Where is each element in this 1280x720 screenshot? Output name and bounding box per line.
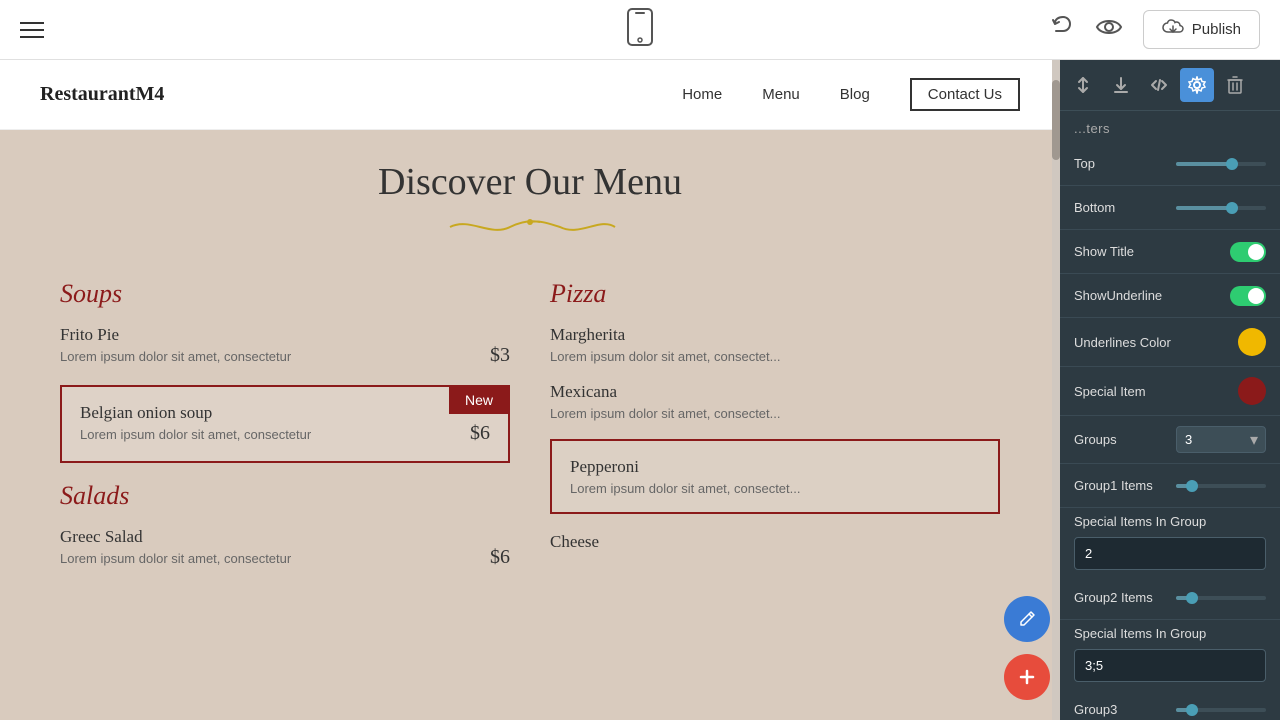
cloud-icon bbox=[1162, 19, 1184, 40]
show-underline-toggle[interactable] bbox=[1230, 286, 1266, 306]
item-name: Margherita bbox=[550, 325, 1000, 345]
item-name: Greec Salad bbox=[60, 527, 510, 547]
group1-slider[interactable] bbox=[1176, 484, 1266, 488]
setting-group1-items: Group1 Items bbox=[1060, 464, 1280, 508]
nav-contact[interactable]: Contact Us bbox=[910, 78, 1020, 111]
soups-category: Soups bbox=[60, 279, 510, 309]
special-item-label: Special Item bbox=[1074, 384, 1238, 399]
undo-icon[interactable] bbox=[1047, 13, 1075, 47]
scroll-bar[interactable] bbox=[1052, 60, 1060, 720]
fab-area bbox=[1004, 596, 1050, 700]
menu-right-column: Pizza Margherita Lorem ipsum dolor sit a… bbox=[550, 279, 1000, 587]
setting-show-title: Show Title bbox=[1060, 230, 1280, 274]
show-title-toggle[interactable] bbox=[1230, 242, 1266, 262]
setting-bottom: Bottom bbox=[1060, 186, 1280, 230]
edit-fab-button[interactable] bbox=[1004, 596, 1050, 642]
menu-columns: Soups Frito Pie Lorem ipsum dolor sit am… bbox=[60, 279, 1000, 587]
site-logo: RestaurantM4 bbox=[40, 83, 164, 106]
top-slider[interactable] bbox=[1176, 162, 1266, 166]
item-name: Mexicana bbox=[550, 382, 1000, 402]
top-bar-left bbox=[20, 22, 44, 38]
special-item-name: Belgian onion soup bbox=[80, 403, 490, 423]
bottom-slider[interactable] bbox=[1176, 206, 1266, 210]
item-name: Cheese bbox=[550, 532, 1000, 552]
top-bar-right: Publish bbox=[1047, 10, 1260, 49]
nav-blog[interactable]: Blog bbox=[840, 86, 870, 103]
show-title-label: Show Title bbox=[1074, 244, 1230, 259]
menu-item: Mexicana Lorem ipsum dolor sit amet, con… bbox=[550, 382, 1000, 421]
pizza-category: Pizza bbox=[550, 279, 1000, 309]
add-fab-button[interactable] bbox=[1004, 654, 1050, 700]
group2-special-input[interactable] bbox=[1074, 649, 1266, 682]
settings-icon[interactable] bbox=[1180, 68, 1214, 102]
special-pizza-item: Pepperoni Lorem ipsum dolor sit amet, co… bbox=[550, 439, 1000, 514]
group1-special-label: Special Items In Group bbox=[1074, 514, 1266, 529]
settings-panel: ...ters Top Bottom Show Title ShowUnderl… bbox=[1060, 60, 1280, 720]
params-label: ...ters bbox=[1060, 111, 1280, 142]
setting-special-item: Special Item bbox=[1060, 367, 1280, 416]
setting-underlines-color: Underlines Color bbox=[1060, 318, 1280, 367]
item-desc: Lorem ipsum dolor sit amet, consectet... bbox=[550, 349, 1000, 364]
special-soup-item: New Belgian onion soup Lorem ipsum dolor… bbox=[60, 385, 510, 463]
menu-item: Greec Salad Lorem ipsum dolor sit amet, … bbox=[60, 527, 510, 569]
panel-toolbar bbox=[1060, 60, 1280, 111]
preview-icon[interactable] bbox=[1095, 16, 1123, 44]
group2-special-row: Special Items In Group bbox=[1060, 620, 1280, 688]
groups-dropdown[interactable]: 3 1 2 4 5 bbox=[1176, 426, 1266, 453]
item-name: Frito Pie bbox=[60, 325, 510, 345]
setting-groups: Groups 3 1 2 4 5 bbox=[1060, 416, 1280, 464]
website-preview: RestaurantM4 Home Menu Blog Contact Us D… bbox=[0, 60, 1060, 720]
special-item-color-picker[interactable] bbox=[1238, 377, 1266, 405]
menu-item: Cheese bbox=[550, 532, 1000, 552]
group2-special-label: Special Items In Group bbox=[1074, 626, 1266, 641]
top-bar-center bbox=[626, 8, 654, 52]
scroll-thumb[interactable] bbox=[1052, 80, 1060, 160]
menu-title: Discover Our Menu bbox=[60, 160, 1000, 204]
publish-button[interactable]: Publish bbox=[1143, 10, 1260, 49]
salads-category: Salads bbox=[60, 481, 510, 511]
menu-left-column: Soups Frito Pie Lorem ipsum dolor sit am… bbox=[60, 279, 510, 587]
top-bar: Publish bbox=[0, 0, 1280, 60]
nav-menu[interactable]: Menu bbox=[762, 86, 800, 103]
setting-group3-items: Group3 bbox=[1060, 688, 1280, 720]
site-nav: RestaurantM4 Home Menu Blog Contact Us bbox=[0, 60, 1060, 130]
trash-icon[interactable] bbox=[1218, 68, 1252, 102]
group2-slider[interactable] bbox=[1176, 596, 1266, 600]
underlines-color-label: Underlines Color bbox=[1074, 335, 1238, 350]
special-pizza-desc: Lorem ipsum dolor sit amet, consectet... bbox=[570, 481, 980, 496]
setting-group2-items: Group2 Items bbox=[1060, 576, 1280, 620]
sort-icon[interactable] bbox=[1066, 68, 1100, 102]
group1-special-row: Special Items In Group bbox=[1060, 508, 1280, 576]
group1-special-input[interactable] bbox=[1074, 537, 1266, 570]
special-pizza-name: Pepperoni bbox=[570, 457, 980, 477]
nav-home[interactable]: Home bbox=[682, 86, 722, 103]
underlines-color-picker[interactable] bbox=[1238, 328, 1266, 356]
download-icon[interactable] bbox=[1104, 68, 1138, 102]
menu-decoration bbox=[60, 212, 1000, 249]
show-underline-label: ShowUnderline bbox=[1074, 288, 1230, 303]
site-nav-links: Home Menu Blog Contact Us bbox=[682, 78, 1020, 111]
hamburger-menu[interactable] bbox=[20, 22, 44, 38]
groups-label: Groups bbox=[1074, 432, 1176, 447]
setting-top: Top bbox=[1060, 142, 1280, 186]
group2-label: Group2 Items bbox=[1074, 590, 1176, 605]
menu-content: Discover Our Menu Soups Frito Pie Lorem … bbox=[0, 130, 1060, 720]
code-icon[interactable] bbox=[1142, 68, 1176, 102]
bottom-label: Bottom bbox=[1074, 200, 1176, 215]
new-badge: New bbox=[449, 386, 509, 414]
top-label: Top bbox=[1074, 156, 1176, 171]
setting-show-underline: ShowUnderline bbox=[1060, 274, 1280, 318]
menu-item: Frito Pie Lorem ipsum dolor sit amet, co… bbox=[60, 325, 510, 367]
group1-label: Group1 Items bbox=[1074, 478, 1176, 493]
group3-slider[interactable] bbox=[1176, 708, 1266, 712]
group3-label: Group3 bbox=[1074, 702, 1176, 717]
item-desc: Lorem ipsum dolor sit amet, consectet... bbox=[550, 406, 1000, 421]
publish-label: Publish bbox=[1192, 21, 1241, 38]
groups-dropdown-wrapper: 3 1 2 4 5 bbox=[1176, 426, 1266, 453]
menu-item: Margherita Lorem ipsum dolor sit amet, c… bbox=[550, 325, 1000, 364]
mobile-device-icon[interactable] bbox=[626, 8, 654, 52]
main-area: RestaurantM4 Home Menu Blog Contact Us D… bbox=[0, 60, 1280, 720]
